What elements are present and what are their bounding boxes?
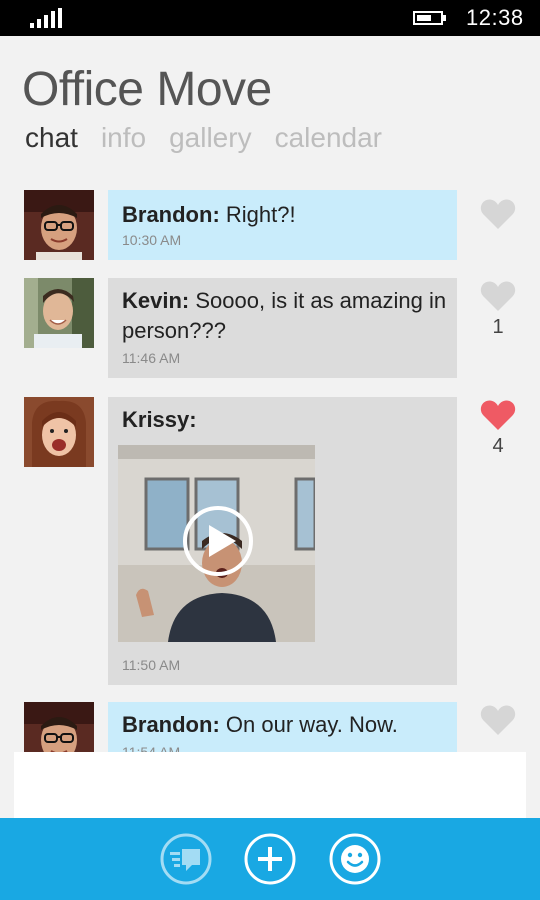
avatar[interactable] <box>24 190 94 260</box>
avatar[interactable] <box>24 397 94 467</box>
like-count: 1 <box>492 316 504 338</box>
like-count: 4 <box>492 435 504 457</box>
message-time: 11:46 AM <box>122 350 181 366</box>
app-bar <box>0 818 540 900</box>
message-time: 10:30 AM <box>122 232 182 248</box>
heart-icon[interactable] <box>480 704 516 736</box>
tab-gallery[interactable]: gallery <box>169 122 251 154</box>
page-title: Office Move <box>22 63 272 116</box>
status-bar: 12:38 <box>0 0 540 36</box>
message-body: On our way. Now. <box>225 712 398 737</box>
pivot-tabs: chat info gallery calendar <box>25 122 382 154</box>
message-text: Krissy: <box>122 405 447 435</box>
add-icon[interactable] <box>244 833 296 885</box>
message-bubble[interactable]: Kevin: Soooo, is it as amazing in person… <box>108 278 457 378</box>
message-time: 11:54 AM <box>122 744 181 752</box>
message-text: Brandon: Right?! <box>122 200 447 230</box>
message-item: Kevin: Soooo, is it as amazing in person… <box>0 278 540 380</box>
message-item: Brandon: Right?! 10:30 AM <box>0 190 540 262</box>
heart-icon[interactable] <box>480 280 516 312</box>
avatar[interactable] <box>24 278 94 348</box>
message-time: 11:50 AM <box>122 657 181 673</box>
message-text: Brandon: On our way. Now. <box>122 710 447 740</box>
sender-name: Krissy: <box>122 407 197 432</box>
message-bubble[interactable]: Krissy: 11:50 AM <box>108 397 457 685</box>
avatar[interactable] <box>24 702 94 752</box>
message-item: Brandon: On our way. Now. 11:54 AM <box>0 702 540 752</box>
clock: 12:38 <box>466 5 524 30</box>
tab-calendar[interactable]: calendar <box>275 122 382 154</box>
heart-icon[interactable] <box>480 399 516 431</box>
messages-icon[interactable] <box>160 833 212 885</box>
tab-info[interactable]: info <box>101 122 146 154</box>
message-body: Right?! <box>225 202 296 227</box>
chat-feed[interactable]: Brandon: Right?! 10:30 AM Kevin: Soooo, … <box>0 185 540 752</box>
message-text: Kevin: Soooo, is it as amazing in person… <box>122 286 447 346</box>
signal-icon <box>30 8 62 28</box>
video-thumbnail[interactable] <box>118 445 315 642</box>
message-bubble[interactable]: Brandon: On our way. Now. 11:54 AM <box>108 702 457 752</box>
message-item: Krissy: 11:50 AM 4 <box>0 397 540 687</box>
sender-name: Brandon: <box>122 202 220 227</box>
heart-icon[interactable] <box>480 198 516 230</box>
sender-name: Brandon: <box>122 712 220 737</box>
battery-icon <box>413 11 446 25</box>
message-bubble[interactable]: Brandon: Right?! 10:30 AM <box>108 190 457 260</box>
emoticon-icon[interactable] <box>329 833 381 885</box>
message-input[interactable] <box>14 752 526 818</box>
sender-name: Kevin: <box>122 288 190 313</box>
tab-chat[interactable]: chat <box>25 122 78 154</box>
